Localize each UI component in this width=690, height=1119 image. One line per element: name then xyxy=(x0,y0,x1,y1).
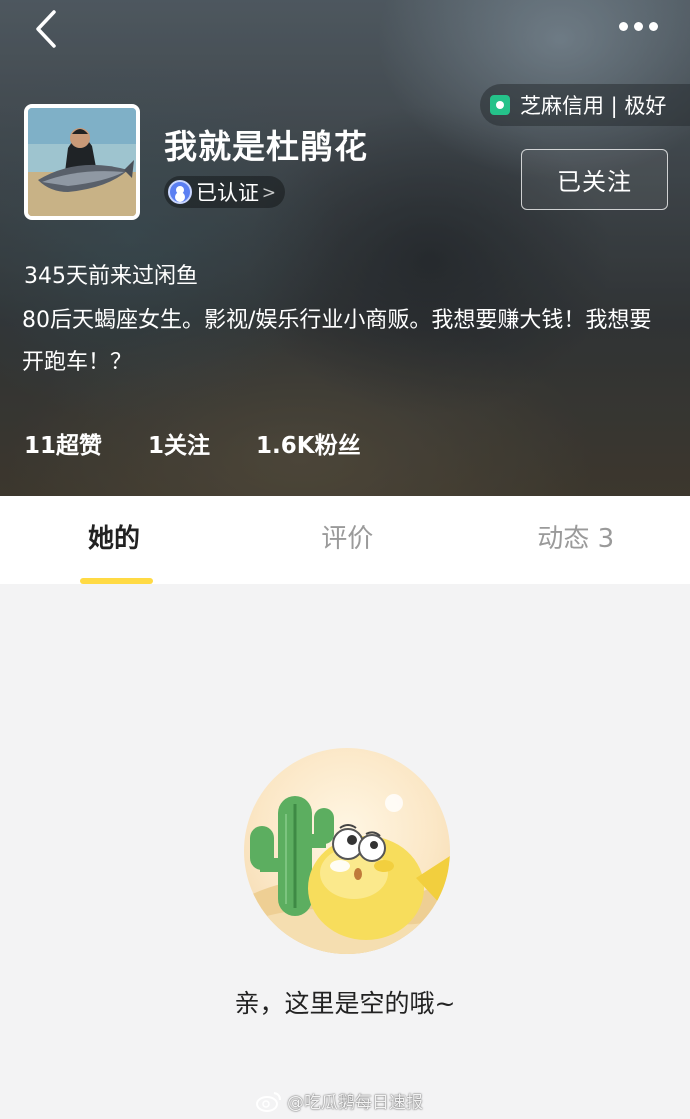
followers-count[interactable]: 1.6K粉丝 xyxy=(256,426,361,460)
tab-reviews[interactable]: 评价 xyxy=(233,496,461,584)
back-icon xyxy=(36,10,56,48)
bio-text: 80后天蝎座女生。影视/娱乐行业小商贩。我想要赚大钱！我想要开跑车！？ xyxy=(22,308,652,375)
empty-state-illustration xyxy=(244,748,450,954)
avatar-photo xyxy=(28,108,136,216)
avatar[interactable] xyxy=(24,104,140,220)
more-icon xyxy=(619,22,628,31)
cactus-fish-illustration xyxy=(244,794,450,954)
verified-icon xyxy=(168,180,192,204)
back-button[interactable] xyxy=(28,8,68,52)
credit-label: 芝麻信用 | 极好 xyxy=(520,94,667,118)
profile-header: 芝麻信用 | 极好 我就是杜鹃花 已认证 > 已关注 345天前来过闲鱼 80后… xyxy=(0,0,690,496)
watermark: @吃瓜鹅每日速报 xyxy=(255,1088,423,1113)
weibo-icon xyxy=(256,1091,281,1112)
verified-label: 已认证 xyxy=(196,181,259,205)
profile-stats: 11超赞 1关注 1.6K粉丝 xyxy=(24,426,407,460)
tab-label: 她的 xyxy=(88,523,141,554)
tab-label: 评价 xyxy=(321,523,374,554)
sesame-credit-icon xyxy=(490,95,510,115)
active-tab-indicator xyxy=(80,578,153,584)
empty-state-message: 亲，这里是空的哦~ xyxy=(234,989,456,1018)
username: 我就是杜鹃花 xyxy=(164,127,368,166)
following-count[interactable]: 1关注 xyxy=(148,426,210,460)
last-seen-text: 345天前来过闲鱼 xyxy=(24,264,198,289)
likes-count[interactable]: 11超赞 xyxy=(24,426,102,460)
verified-badge[interactable]: 已认证 > xyxy=(164,176,285,208)
tab-activity[interactable]: 动态 3 xyxy=(462,496,690,584)
chevron-right-icon: > xyxy=(261,183,276,203)
tab-hers[interactable]: 她的 xyxy=(0,496,233,584)
more-button[interactable] xyxy=(616,12,672,42)
profile-tabs: 她的 评价 动态 3 xyxy=(0,496,690,584)
watermark-text: @吃瓜鹅每日速报 xyxy=(287,1093,423,1113)
tab-label: 动态 3 xyxy=(537,523,615,554)
sesame-credit-badge[interactable]: 芝麻信用 | 极好 xyxy=(480,84,690,126)
follow-button[interactable]: 已关注 xyxy=(521,149,668,210)
